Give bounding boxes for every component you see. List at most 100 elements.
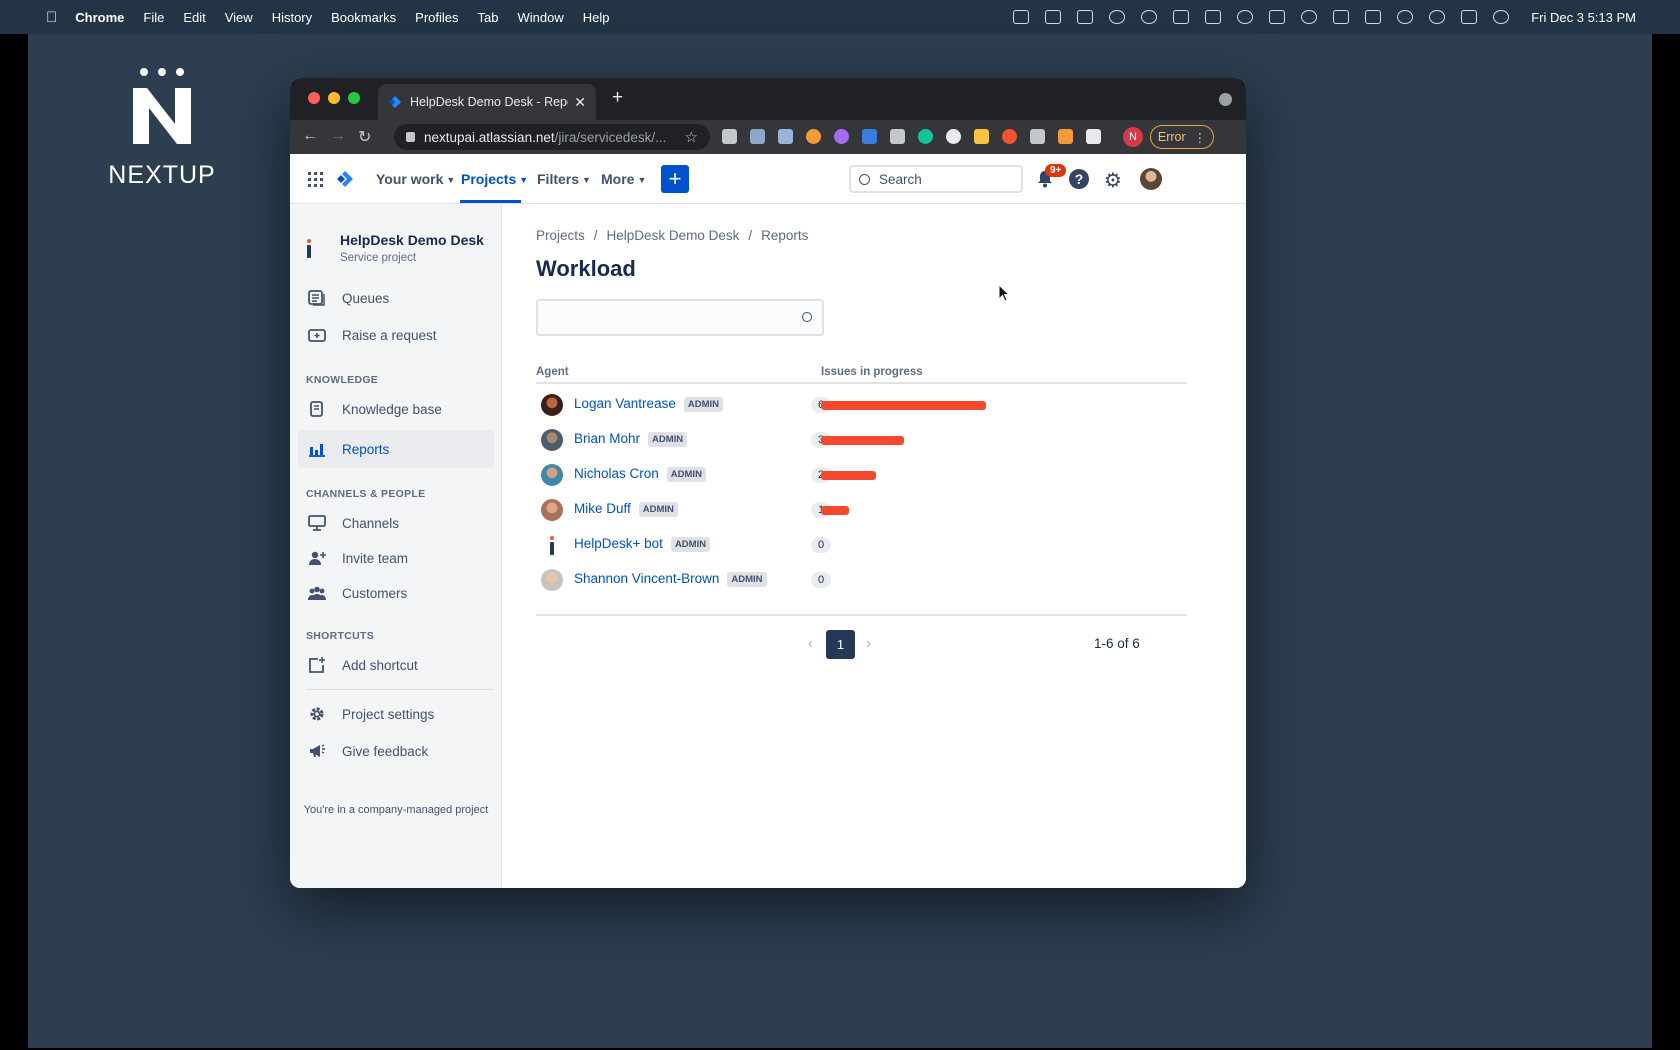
wifi-icon[interactable] xyxy=(1397,10,1414,24)
extension-12-icon[interactable] xyxy=(1030,129,1045,144)
sidebar-item-reports[interactable]: Reports xyxy=(298,430,494,468)
breadcrumb-projects[interactable]: Projects xyxy=(536,228,585,243)
nav-projects[interactable]: Projects ▼ xyxy=(461,171,528,187)
sidebar-item-label: Customers xyxy=(342,585,408,601)
previous-page-chevron-icon[interactable]: ‹ xyxy=(808,635,813,652)
settings-gear-icon[interactable]: ⚙ xyxy=(1104,168,1122,193)
menu-bookmarks[interactable]: Bookmarks xyxy=(331,10,396,25)
breadcrumb-reports[interactable]: Reports xyxy=(761,228,808,243)
lock-icon[interactable] xyxy=(406,132,415,142)
forward-icon[interactable]: → xyxy=(330,127,346,145)
camera-tray-icon[interactable] xyxy=(1077,10,1094,24)
sidebar-item-channels[interactable]: Channels xyxy=(298,504,494,542)
extension-9-icon[interactable] xyxy=(946,129,961,144)
agent-avatar[interactable] xyxy=(541,499,563,521)
profile-avatar[interactable]: N xyxy=(1123,127,1143,147)
hotspot-tray-icon[interactable] xyxy=(1301,10,1318,24)
sidebar-item-add-shortcut[interactable]: Add shortcut xyxy=(298,646,494,684)
agent-name-link[interactable]: Shannon Vincent-Brown ADMIN xyxy=(574,571,767,587)
extension-13-icon[interactable] xyxy=(1058,129,1073,144)
battery-icon[interactable] xyxy=(1365,10,1382,24)
bot-avatar-icon[interactable] xyxy=(541,534,563,556)
help-icon[interactable]: ? xyxy=(1069,169,1089,189)
nav-more[interactable]: More ▼ xyxy=(601,171,646,187)
dropbox-tray-icon[interactable] xyxy=(1045,10,1062,24)
agent-avatar[interactable] xyxy=(541,464,563,486)
page-button-current[interactable]: 1 xyxy=(826,630,855,659)
menu-help[interactable]: Help xyxy=(583,10,610,25)
menu-edit[interactable]: Edit xyxy=(183,10,205,25)
menu-view[interactable]: View xyxy=(225,10,253,25)
extensions-puzzle-icon[interactable] xyxy=(1086,129,1101,144)
window-tray-icon[interactable] xyxy=(1333,10,1350,24)
nav-your-work[interactable]: Your work ▼ xyxy=(376,171,455,187)
zoom-window-button[interactable] xyxy=(348,92,360,104)
agent-name-link[interactable]: Nicholas Cron ADMIN xyxy=(574,466,706,482)
clipboard-tray-icon[interactable] xyxy=(1205,10,1222,24)
apple-icon[interactable]:  xyxy=(46,9,57,26)
extension-10-icon[interactable] xyxy=(974,129,989,144)
extension-1-icon[interactable] xyxy=(722,129,737,144)
nav-filters[interactable]: Filters ▼ xyxy=(537,171,591,187)
create-button[interactable]: + xyxy=(661,165,689,193)
address-bar[interactable]: nextupai.atlassian.net/jira/servicedesk/… xyxy=(394,124,710,150)
menu-profiles[interactable]: Profiles xyxy=(415,10,458,25)
breadcrumb-project[interactable]: HelpDesk Demo Desk xyxy=(607,228,740,243)
extension-3-icon[interactable] xyxy=(778,129,793,144)
zoom-tray-icon[interactable] xyxy=(1013,10,1030,24)
app-tray-icon[interactable] xyxy=(1141,10,1158,24)
spotlight-search-icon[interactable] xyxy=(1429,10,1446,24)
agent-avatar[interactable] xyxy=(541,429,563,451)
control-center-icon[interactable] xyxy=(1461,10,1478,24)
close-tab-icon[interactable]: ✕ xyxy=(574,94,586,111)
grammarly-icon[interactable] xyxy=(918,129,933,144)
reload-icon[interactable]: ↻ xyxy=(358,127,371,147)
agent-avatar[interactable] xyxy=(541,394,563,416)
menu-history[interactable]: History xyxy=(272,10,312,25)
back-icon[interactable]: ← xyxy=(302,127,318,145)
calendar-tray-icon[interactable] xyxy=(1173,10,1190,24)
admin-lozenge: ADMIN xyxy=(648,432,688,447)
jira-search-input[interactable]: Search xyxy=(849,165,1023,193)
extension-5-icon[interactable] xyxy=(834,129,849,144)
agent-name-link[interactable]: Brian Mohr ADMIN xyxy=(574,431,688,447)
agent-filter-input[interactable] xyxy=(536,299,824,336)
agent-name-link[interactable]: HelpDesk+ bot ADMIN xyxy=(574,536,711,552)
menu-clock[interactable]: Fri Dec 3 5:13 PM xyxy=(1531,10,1636,25)
app-switcher-icon[interactable] xyxy=(308,172,323,187)
user-avatar[interactable] xyxy=(1140,168,1162,190)
extension-2-icon[interactable] xyxy=(750,129,765,144)
sidebar-item-project-settings[interactable]: Project settings xyxy=(298,695,494,733)
extension-11-icon[interactable] xyxy=(1002,129,1017,144)
menu-tab[interactable]: Tab xyxy=(478,10,499,25)
agent-name-link[interactable]: Logan Vantrease ADMIN xyxy=(574,396,723,412)
extension-7-icon[interactable] xyxy=(890,129,905,144)
bookmark-star-icon[interactable]: ☆ xyxy=(685,128,698,146)
browser-tab[interactable]: HelpDesk Demo Desk - Reports ✕ xyxy=(378,84,596,120)
new-tab-button[interactable]: + xyxy=(612,87,623,109)
sidebar-item-raise-request[interactable]: Raise a request xyxy=(298,316,494,354)
menu-window[interactable]: Window xyxy=(518,10,564,25)
sidebar-item-queues[interactable]: Queues xyxy=(298,279,494,317)
sidebar-item-knowledge-base[interactable]: Knowledge base xyxy=(298,390,494,428)
jira-logo-icon[interactable] xyxy=(336,170,354,188)
extension-4-icon[interactable] xyxy=(806,129,821,144)
sidebar-item-invite-team[interactable]: Invite team xyxy=(298,539,494,577)
brightness-tray-icon[interactable] xyxy=(1237,10,1254,24)
extension-6-icon[interactable] xyxy=(862,129,877,144)
close-window-button[interactable] xyxy=(308,92,320,104)
error-button[interactable]: Error ⋮ xyxy=(1150,125,1214,149)
agent-avatar[interactable] xyxy=(541,569,563,591)
tab-search-icon[interactable] xyxy=(1219,93,1232,106)
company-managed-note[interactable]: You're in a company-managed project xyxy=(290,804,502,816)
siri-icon[interactable] xyxy=(1493,10,1510,24)
agent-name-link[interactable]: Mike Duff ADMIN xyxy=(574,501,678,517)
menu-file[interactable]: File xyxy=(143,10,164,25)
sidebar-item-give-feedback[interactable]: Give feedback xyxy=(298,732,494,770)
next-page-chevron-icon[interactable]: › xyxy=(866,635,871,652)
creative-cloud-tray-icon[interactable] xyxy=(1109,10,1126,24)
menu-app-chrome[interactable]: Chrome xyxy=(75,10,124,25)
minimize-window-button[interactable] xyxy=(328,92,340,104)
sidebar-item-customers[interactable]: Customers xyxy=(298,574,494,612)
drive-tray-icon[interactable] xyxy=(1269,10,1286,24)
